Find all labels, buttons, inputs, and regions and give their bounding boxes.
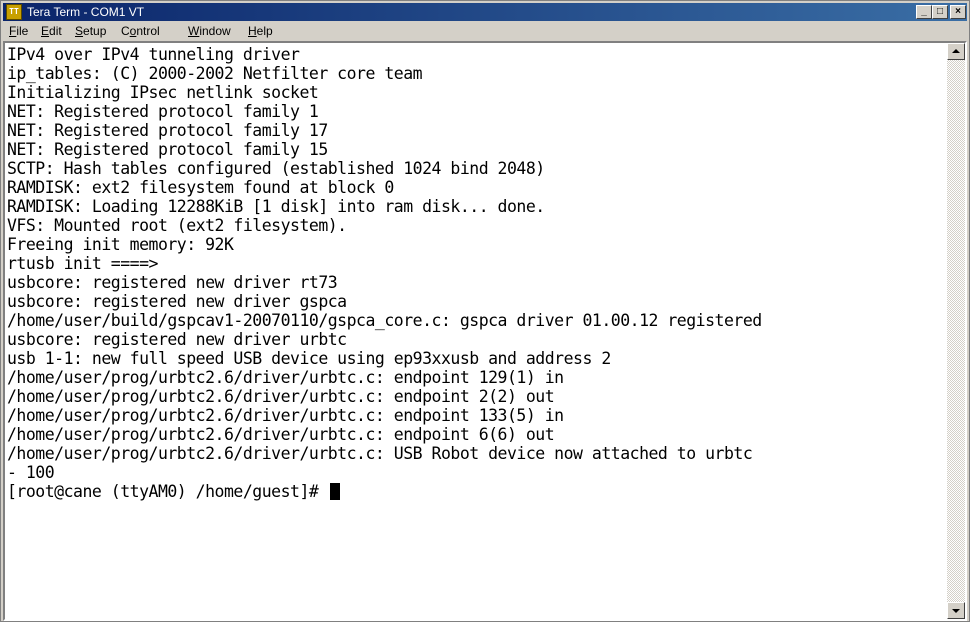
menu-setup[interactable]: Setup	[75, 24, 106, 39]
title-bar[interactable]: TT Tera Term - COM1 VT _ □ ×	[3, 3, 967, 21]
vertical-scrollbar[interactable]	[947, 43, 965, 619]
text-cursor	[329, 483, 340, 500]
teraterm-window: TT Tera Term - COM1 VT _ □ × File Edit S…	[0, 0, 970, 622]
terminal-line: /home/user/prog/urbtc2.6/driver/urbtc.c:…	[7, 387, 555, 406]
terminal-line: /home/user/prog/urbtc2.6/driver/urbtc.c:…	[7, 406, 564, 425]
menu-edit[interactable]: Edit	[41, 24, 62, 39]
terminal-output[interactable]: IPv4 over IPv4 tunneling driver ip_table…	[5, 43, 947, 619]
terminal-line: rtusb init ====>	[7, 254, 158, 273]
terminal-line: usbcore: registered new driver urbtc	[7, 330, 347, 349]
menu-help[interactable]: Help	[248, 24, 273, 39]
terminal-line: usbcore: registered new driver rt73	[7, 273, 338, 292]
terminal-line: SCTP: Hash tables configured (establishe…	[7, 159, 545, 178]
menu-bar: File Edit Setup Control Window Help	[3, 22, 967, 41]
terminal-prompt-line: [root@cane (ttyAM0) /home/guest]#	[7, 482, 340, 501]
terminal-line: /home/user/prog/urbtc2.6/driver/urbtc.c:…	[7, 444, 753, 463]
terminal-line: RAMDISK: ext2 filesystem found at block …	[7, 178, 394, 197]
arrow-down-icon	[952, 609, 960, 613]
terminal-line: - 100	[7, 463, 55, 482]
terminal-line: ip_tables: (C) 2000-2002 Netfilter core …	[7, 64, 423, 83]
terminal-line: /home/user/build/gspcav1-20070110/gspca_…	[7, 311, 762, 330]
terminal-line: NET: Registered protocol family 17	[7, 121, 328, 140]
terminal-line: RAMDISK: Loading 12288KiB [1 disk] into …	[7, 197, 545, 216]
minimize-button[interactable]: _	[916, 5, 932, 19]
menu-control[interactable]: Control	[121, 24, 160, 39]
terminal-line: VFS: Mounted root (ext2 filesystem).	[7, 216, 347, 235]
menu-window[interactable]: Window	[188, 24, 231, 39]
close-button[interactable]: ×	[950, 5, 966, 19]
maximize-button[interactable]: □	[932, 5, 948, 19]
shell-prompt: [root@cane (ttyAM0) /home/guest]#	[7, 482, 328, 501]
terminal-line: /home/user/prog/urbtc2.6/driver/urbtc.c:…	[7, 425, 555, 444]
terminal-line: Freeing init memory: 92K	[7, 235, 234, 254]
scroll-up-button[interactable]	[947, 43, 965, 60]
terminal-line: usb 1-1: new full speed USB device using…	[7, 349, 611, 368]
terminal-line: IPv4 over IPv4 tunneling driver	[7, 45, 300, 64]
terminal-line: usbcore: registered new driver gspca	[7, 292, 347, 311]
menu-file[interactable]: File	[9, 24, 28, 39]
teraterm-app-icon[interactable]: TT	[6, 4, 22, 20]
terminal-line: /home/user/prog/urbtc2.6/driver/urbtc.c:…	[7, 368, 564, 387]
window-title: Tera Term - COM1 VT	[27, 5, 145, 19]
arrow-up-icon	[952, 49, 960, 53]
scroll-down-button[interactable]	[947, 602, 965, 619]
terminal-frame: IPv4 over IPv4 tunneling driver ip_table…	[3, 41, 967, 621]
terminal-line: Initializing IPsec netlink socket	[7, 83, 319, 102]
terminal-line: NET: Registered protocol family 1	[7, 102, 319, 121]
terminal-line: NET: Registered protocol family 15	[7, 140, 328, 159]
